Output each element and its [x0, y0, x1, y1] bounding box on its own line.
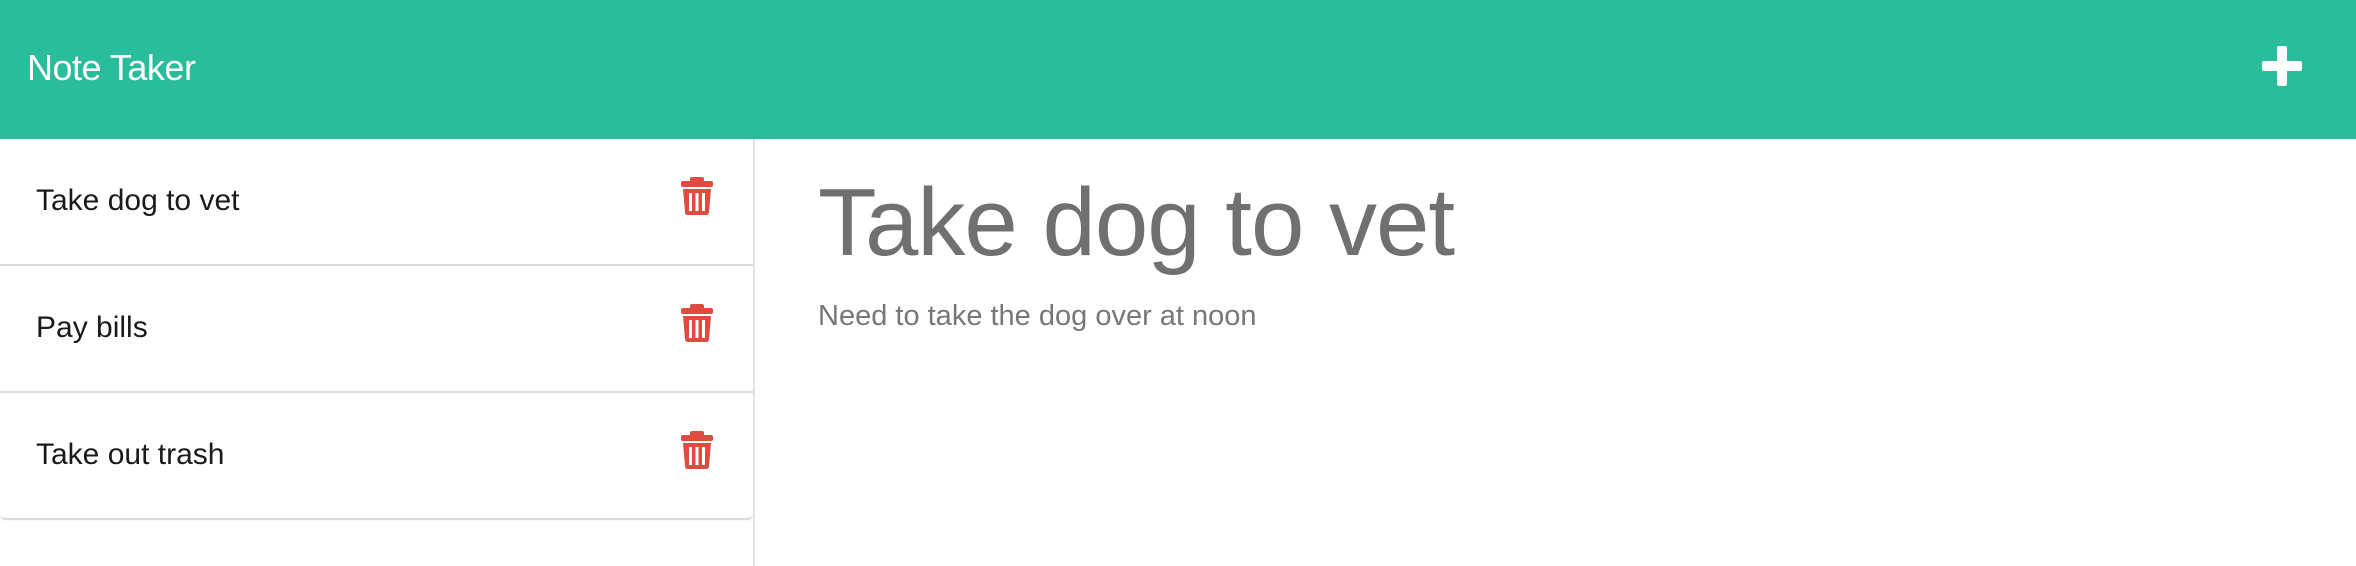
notes-sidebar: Take dog to vet Pay bills Take out trash	[0, 139, 755, 566]
trash-icon	[680, 177, 714, 215]
note-list: Take dog to vet Pay bills Take out trash	[0, 139, 753, 520]
note-editor: Take dog to vet Need to take the dog ove…	[755, 139, 2356, 566]
plus-icon	[2258, 42, 2306, 90]
navbar: Note Taker	[0, 0, 2356, 139]
delete-note-button[interactable]	[680, 431, 714, 469]
note-text-area[interactable]: Need to take the dog over at noon	[818, 296, 1257, 336]
note-title-input[interactable]: Take dog to vet	[818, 163, 1455, 283]
note-list-item[interactable]: Take dog to vet	[0, 139, 753, 266]
app-title[interactable]: Note Taker	[27, 42, 196, 94]
note-item-title[interactable]: Take out trash	[36, 435, 224, 475]
note-list-item[interactable]: Take out trash	[0, 393, 753, 518]
delete-note-button[interactable]	[680, 177, 714, 215]
note-list-item[interactable]: Pay bills	[0, 266, 753, 393]
note-item-title[interactable]: Take dog to vet	[36, 181, 239, 221]
trash-icon	[680, 431, 714, 469]
new-note-button[interactable]	[2258, 42, 2306, 90]
note-item-title[interactable]: Pay bills	[36, 308, 148, 348]
delete-note-button[interactable]	[680, 304, 714, 342]
trash-icon	[680, 304, 714, 342]
